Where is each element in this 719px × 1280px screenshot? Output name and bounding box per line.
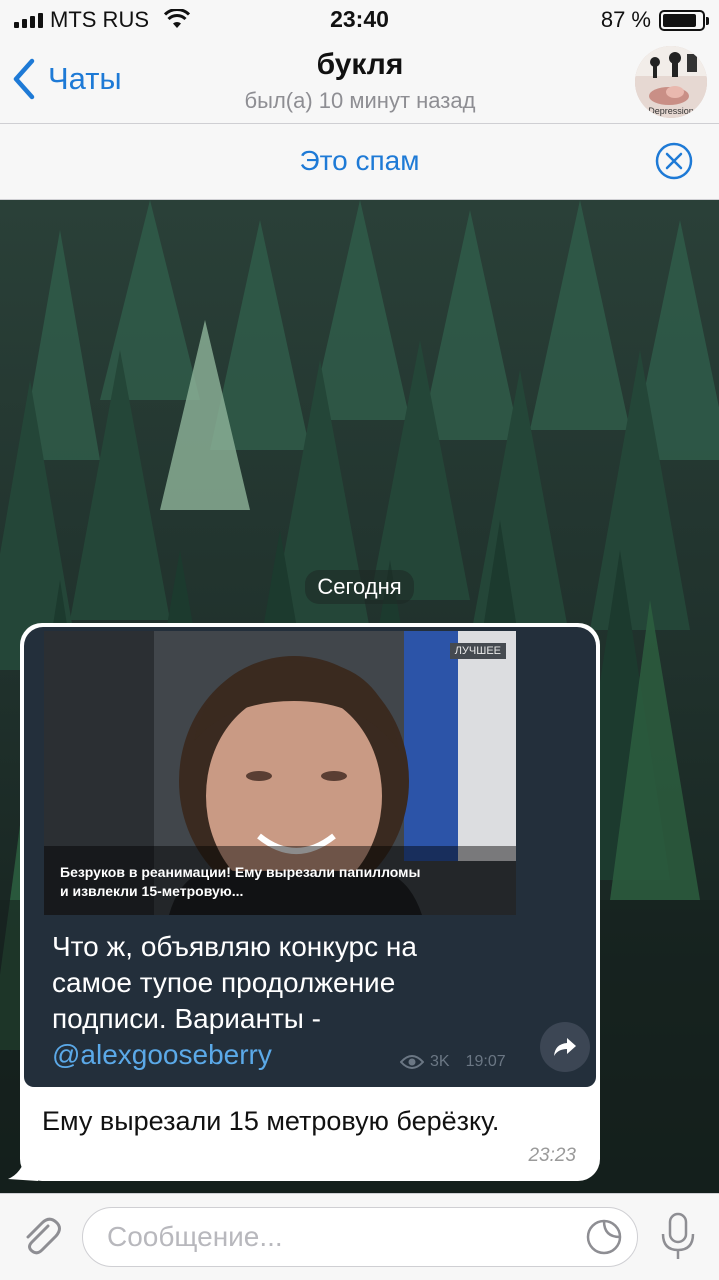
photo-tag: ЛУЧШЕЕ bbox=[449, 643, 506, 659]
message-input-bar bbox=[0, 1193, 719, 1280]
sticker-icon[interactable] bbox=[585, 1218, 623, 1256]
battery-icon bbox=[659, 10, 709, 31]
incoming-message[interactable]: ЛУЧШЕЕ Безруков в реанимации! Ему выреза… bbox=[20, 623, 600, 1181]
share-icon bbox=[554, 1038, 576, 1056]
news-photo[interactable]: ЛУЧШЕЕ Безруков в реанимации! Ему выреза… bbox=[44, 631, 516, 915]
forward-time: 19:07 bbox=[465, 1053, 506, 1070]
forwarded-message[interactable]: ЛУЧШЕЕ Безруков в реанимации! Ему выреза… bbox=[24, 627, 596, 1087]
share-button[interactable] bbox=[540, 1022, 590, 1072]
message-field[interactable] bbox=[82, 1207, 638, 1267]
forwarded-text: Что ж, объявляю конкурс на самое тупое п… bbox=[52, 929, 492, 1073]
back-label: Чаты bbox=[48, 61, 122, 96]
close-icon[interactable] bbox=[655, 142, 693, 180]
status-bar: MTS RUS 23:40 87 % bbox=[0, 0, 719, 40]
back-button[interactable]: Чаты bbox=[12, 56, 122, 102]
message-text: Ему вырезали 15 метровую берёзку. bbox=[42, 1106, 500, 1136]
report-spam-button[interactable]: Это спам bbox=[0, 145, 719, 177]
paperclip-icon[interactable] bbox=[18, 1214, 64, 1260]
message-input[interactable] bbox=[107, 1218, 577, 1256]
forward-meta: 3K 19:07 bbox=[400, 1053, 506, 1071]
date-separator: Сегодня bbox=[0, 570, 719, 604]
chat-area[interactable]: Сегодня ЛУЧШЕЕ Безруков в реанимации! Ем… bbox=[0, 200, 719, 1193]
microphone-icon[interactable] bbox=[658, 1212, 698, 1262]
battery-fill bbox=[663, 14, 697, 27]
battery-percent: 87 % bbox=[600, 7, 651, 32]
chat-title[interactable]: букля bbox=[160, 48, 560, 82]
eye-icon bbox=[400, 1055, 424, 1069]
last-seen-status: был(а) 10 минут назад bbox=[244, 88, 476, 113]
chevron-left-icon bbox=[13, 58, 35, 100]
avatar[interactable]: Depression bbox=[635, 46, 707, 118]
view-count: 3K bbox=[430, 1053, 450, 1070]
message-time: 23:23 bbox=[528, 1145, 576, 1166]
avatar-image: Depression bbox=[635, 46, 707, 118]
report-spam-bar: Это спам bbox=[0, 124, 719, 200]
svg-text:Depression: Depression bbox=[648, 106, 694, 116]
news-headline: Безруков в реанимации! Ему вырезали папи… bbox=[60, 864, 421, 899]
chat-header: Чаты букля был(а) 10 минут назад Depress… bbox=[0, 40, 719, 124]
